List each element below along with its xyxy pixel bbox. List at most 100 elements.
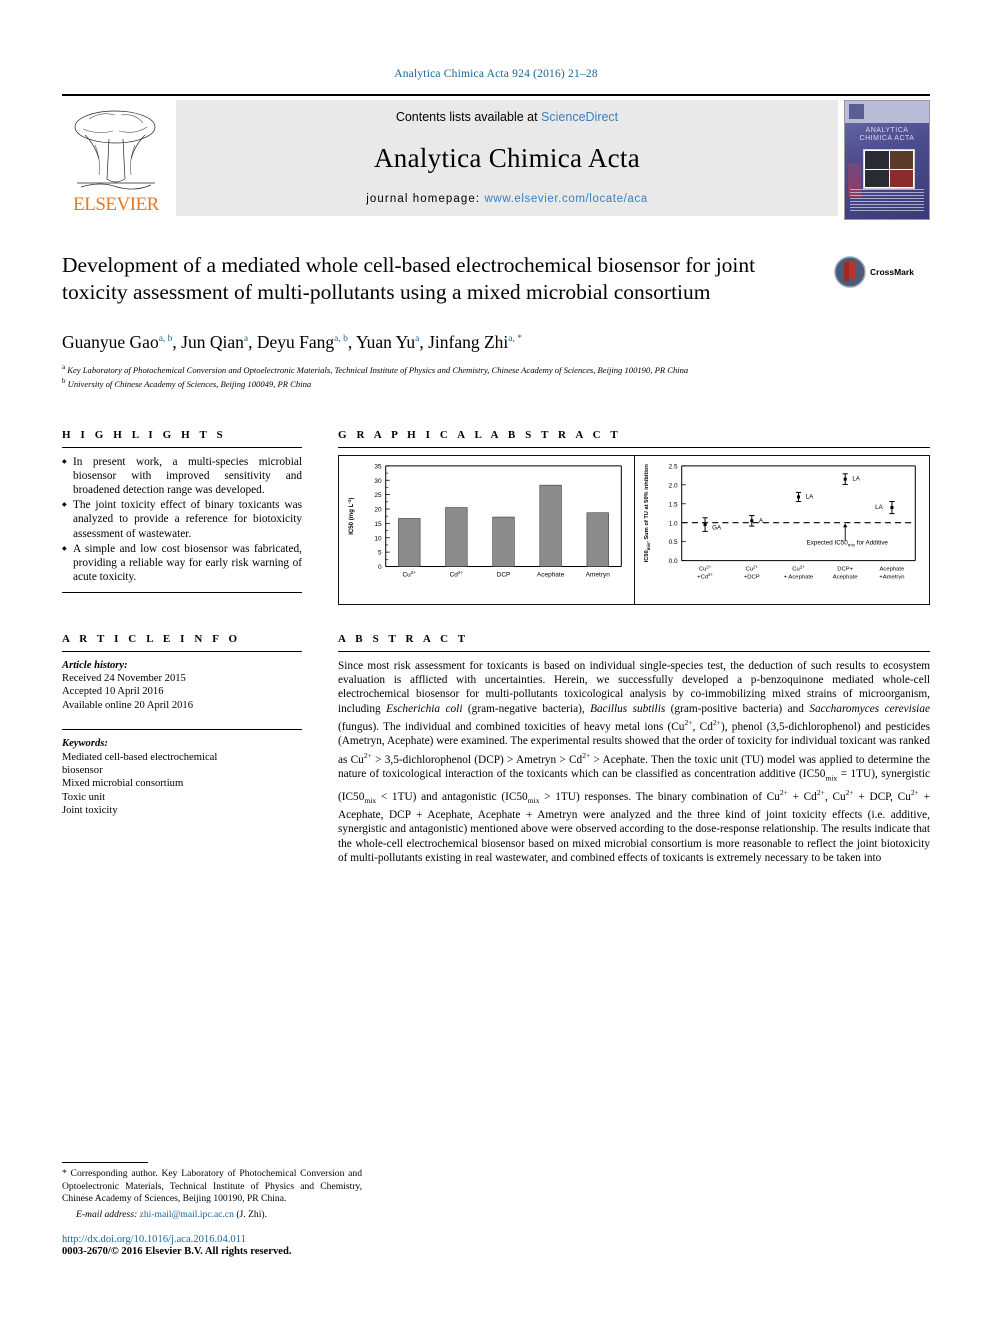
- contents-prefix: Contents lists available at: [395, 110, 542, 124]
- divider: [62, 729, 302, 731]
- journal-cover-thumbnail: ANALYTICA CHIMICA ACTA: [844, 100, 930, 220]
- svg-text:1.5: 1.5: [668, 501, 677, 508]
- svg-text:IC50mix, Sum of TU at 50% inhi: IC50mix, Sum of TU at 50% inhibition: [644, 463, 651, 562]
- graphical-abstract-section: G R A P H I C A L A B S T R A C T 0 5 10 15…: [302, 429, 930, 605]
- svg-text:0.0: 0.0: [668, 558, 677, 565]
- bar-chart: 0 5 10 15 20 25 30 35 Cu2+ Cd2+ DCP Acephate Ametryn…: [339, 456, 634, 604]
- tu-scatter-chart: 0.0 0.5 1.0 1.5 2.0 2.5 GA Cu2+ +Cd2+ A Cu2+ +DCP LA…: [635, 456, 930, 604]
- masthead-center-panel: Contents lists available at ScienceDirec…: [176, 100, 838, 216]
- contents-available-line: Contents lists available at ScienceDirec…: [396, 110, 618, 124]
- svg-text:DCP+: DCP+: [837, 566, 853, 572]
- svg-text:2.5: 2.5: [668, 463, 677, 470]
- author-item: Jun Qiana,: [181, 332, 257, 352]
- highlights-heading: H I G H L I G H T S: [62, 428, 227, 441]
- svg-text:+Ametryn: +Ametryn: [879, 574, 904, 580]
- article-history: Article history: Received 24 November 20…: [62, 659, 302, 713]
- list-item: A simple and low cost biosensor was fabr…: [62, 542, 302, 585]
- svg-text:Cu2+: Cu2+: [745, 564, 758, 572]
- doi-link[interactable]: http://dx.doi.org/10.1016/j.aca.2016.04.…: [62, 1234, 362, 1245]
- svg-text:LA: LA: [805, 493, 814, 500]
- divider: [62, 446, 302, 448]
- svg-text:20: 20: [374, 506, 382, 513]
- elsevier-tree-icon: [65, 105, 167, 195]
- svg-text:A: A: [758, 517, 763, 524]
- article-info-section: A R T I C L E I N F O Article history: R…: [62, 633, 302, 866]
- svg-text:Ametryn: Ametryn: [586, 571, 611, 578]
- received-date: Received 24 November 2015: [62, 672, 186, 684]
- svg-text:2.0: 2.0: [668, 482, 677, 489]
- available-online-date: Available online 20 April 2016: [62, 699, 194, 711]
- graphical-abstract-figure: 0 5 10 15 20 25 30 35 Cu2+ Cd2+ DCP Acephate Ametryn…: [338, 454, 930, 605]
- page-title: Development of a mediated whole cell-bas…: [62, 253, 756, 304]
- keywords-block: Keywords: Mediated cell-based electroche…: [62, 737, 302, 817]
- author-item: Jinfang Zhia, *: [428, 332, 522, 352]
- abstract-text: Since most risk assessment for toxicants…: [338, 659, 931, 865]
- svg-text:0: 0: [378, 564, 382, 571]
- affiliation-a: a Key Laboratory of Photochemical Conver…: [62, 362, 689, 375]
- journal-title: Analytica Chimica Acta: [373, 143, 640, 173]
- keyword-item: Joint toxicity: [62, 805, 118, 817]
- corresponding-author-note: * Corresponding author. Key Laboratory o…: [62, 1168, 362, 1205]
- keyword-item: biosensor: [62, 764, 103, 776]
- affiliation-b-text: University of Chinese Academy of Science…: [67, 379, 312, 390]
- svg-text:0.5: 0.5: [668, 539, 677, 546]
- svg-text:+Cd2+: +Cd2+: [697, 572, 713, 580]
- email-label: E-mail address:: [76, 1208, 140, 1220]
- page-footer: * Corresponding author. Key Laboratory o…: [62, 1162, 362, 1257]
- author-separator: ,: [347, 331, 356, 352]
- svg-text:LA: LA: [852, 475, 861, 482]
- affiliation-b: b University of Chinese Academy of Scien…: [62, 377, 312, 390]
- svg-text:30: 30: [374, 477, 382, 484]
- svg-text:1.0: 1.0: [668, 520, 677, 527]
- highlights-list: In present work, a multi-species microbi…: [62, 455, 302, 585]
- divider: [62, 592, 302, 594]
- abstract-heading: A B S T R A C T: [338, 632, 469, 645]
- copyright-line: 0003-2670/© 2016 Elsevier B.V. All right…: [62, 1246, 292, 1257]
- svg-text:GA: GA: [712, 524, 722, 531]
- author-name: Jun Qian: [181, 331, 244, 352]
- article-first-page: Analytica Chimica Acta 924 (2016) 21–28: [0, 0, 992, 1323]
- svg-text:25: 25: [374, 492, 382, 499]
- svg-text:Cu2+: Cu2+: [402, 569, 416, 577]
- sciencedirect-link[interactable]: ScienceDirect: [541, 110, 618, 124]
- affiliation-a-text: Key Laboratory of Photochemical Conversi…: [67, 364, 689, 375]
- svg-text:IC50 (mg L-1): IC50 (mg L-1): [347, 497, 355, 534]
- crossmark-badge[interactable]: CrossMark: [834, 252, 930, 306]
- svg-text:Expected IC50mix for Additive: Expected IC50mix for Additive: [806, 539, 888, 547]
- cover-artwork: [863, 149, 915, 189]
- keyword-item: Mixed microbial consortium: [62, 778, 184, 790]
- svg-text:+DCP: +DCP: [743, 574, 759, 580]
- article-info-heading: A R T I C L E I N F O: [62, 632, 241, 645]
- author-affiliation-marker: a, *: [508, 334, 522, 344]
- crossmark-icon: [834, 256, 866, 288]
- crossmark-label: CrossMark: [870, 267, 914, 277]
- svg-text:10: 10: [374, 535, 382, 542]
- svg-text:DCP: DCP: [497, 571, 511, 578]
- svg-text:15: 15: [374, 521, 382, 528]
- homepage-url-link[interactable]: www.elsevier.com/locate/aca: [485, 193, 648, 205]
- cover-title-line-2: CHIMICA ACTA: [859, 135, 915, 142]
- author-separator: ,: [172, 331, 182, 352]
- author-list: Guanyue Gaoa, b, Jun Qiana, Deyu Fanga, …: [62, 328, 930, 353]
- journal-running-head: Analytica Chimica Acta 924 (2016) 21–28: [394, 68, 598, 80]
- cover-title-line-1: ANALYTICA: [865, 127, 909, 134]
- email-line: E-mail address: zhi-mail@mail.ipc.ac.cn …: [62, 1209, 362, 1221]
- highlights-section: H I G H L I G H T S In present work, a m…: [62, 429, 302, 605]
- graphical-abstract-heading: G R A P H I C A L A B S T R A C T: [338, 428, 622, 441]
- elsevier-logo: ELSEVIER: [62, 100, 170, 216]
- svg-text:+ Acephate: + Acephate: [783, 574, 813, 580]
- svg-text:Acephate: Acephate: [537, 571, 565, 578]
- author-affiliation-marker: a, b: [334, 334, 348, 344]
- abstract-section: A B S T R A C T Since most risk assessme…: [302, 633, 930, 866]
- author-item: Yuan Yua,: [356, 332, 428, 352]
- author-separator: ,: [419, 331, 429, 352]
- keyword-item: Mediated cell-based electrochemical: [62, 751, 218, 763]
- author-affiliation-marker: a, b: [158, 334, 173, 344]
- email-suffix: (J. Zhi).: [233, 1208, 267, 1220]
- author-name: Jinfang Zhi: [428, 331, 509, 352]
- list-item: In present work, a multi-species microbi…: [62, 455, 302, 498]
- article-history-label: Article history:: [62, 659, 128, 671]
- author-name: Deyu Fang: [256, 331, 335, 352]
- svg-text:Cu2+: Cu2+: [792, 564, 805, 572]
- email-link[interactable]: zhi-mail@mail.ipc.ac.cn: [140, 1209, 234, 1220]
